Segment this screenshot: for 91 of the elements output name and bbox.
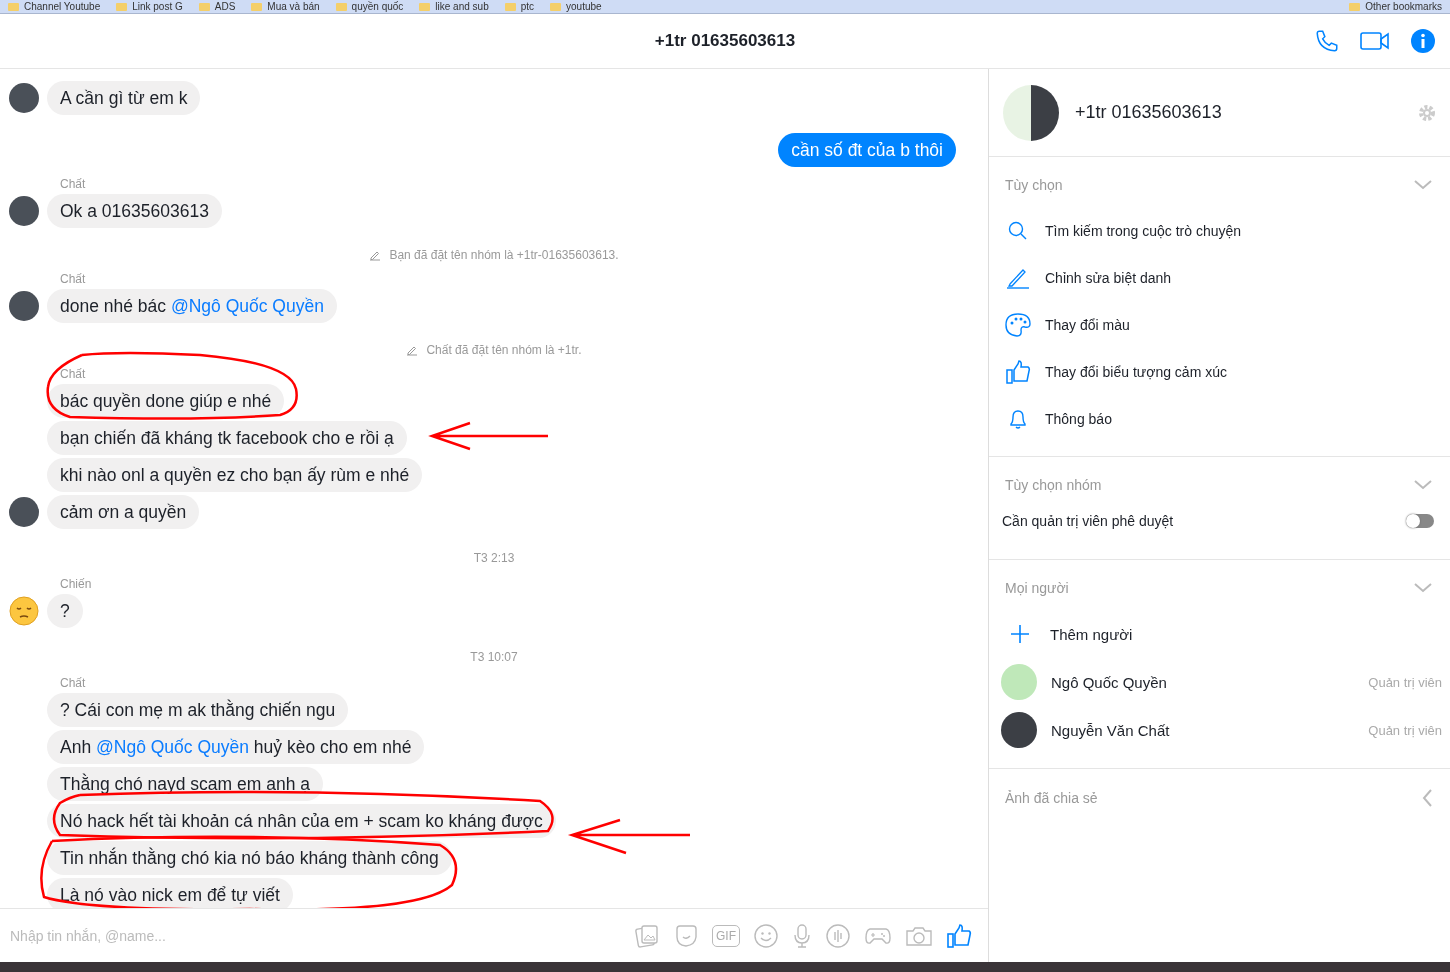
palette-icon bbox=[1005, 312, 1031, 337]
received-message: bác quyền done giúp e nhé bbox=[47, 384, 285, 418]
received-message: done nhé bác @Ngô Quốc Quyền bbox=[47, 289, 337, 323]
member-avatar-placeholder bbox=[1001, 664, 1037, 700]
thumbs-up-icon bbox=[1005, 358, 1031, 385]
microphone-icon[interactable] bbox=[792, 922, 812, 949]
audio-bars-icon[interactable] bbox=[825, 922, 851, 949]
avatar-photo-placeholder bbox=[8, 291, 39, 321]
folder-icon bbox=[198, 2, 210, 11]
emoji-icon[interactable] bbox=[753, 922, 779, 949]
pencil-icon bbox=[369, 249, 382, 261]
bookmark-link[interactable]: Other bookmarks bbox=[1349, 0, 1442, 13]
sender-name: Chất bbox=[60, 177, 87, 191]
received-message: khi nào onl a quyền ez cho bạn ấy rùm e nhé bbox=[47, 458, 423, 492]
bookmark-link[interactable]: ptc bbox=[504, 0, 535, 13]
member-role: Quản trị viên bbox=[1368, 674, 1442, 690]
member-name[interactable]: Ngô Quốc Quyền bbox=[1051, 673, 1355, 691]
group-name: +1tr 01635603613 bbox=[1075, 102, 1223, 123]
bookmark-link[interactable]: ADS bbox=[198, 0, 236, 13]
search-icon bbox=[1008, 220, 1028, 241]
folder-icon bbox=[8, 2, 19, 11]
folder-icon bbox=[550, 2, 562, 11]
folder-icon bbox=[1349, 2, 1361, 11]
add-people-item[interactable]: Thêm người bbox=[989, 610, 1450, 658]
bookmark-link[interactable]: youtube bbox=[550, 0, 602, 13]
received-message: bạn chiến đã kháng tk facebook cho e rồi ạ bbox=[47, 421, 407, 455]
thumbs-up-icon[interactable] bbox=[946, 922, 972, 949]
section-title: Ảnh đã chia sẻ bbox=[1005, 790, 1098, 806]
setting-label: Cần quản trị viên phê duyệt bbox=[1002, 513, 1174, 529]
option-item[interactable]: Thay đổi màu bbox=[989, 301, 1450, 348]
settings-icon[interactable] bbox=[1418, 103, 1436, 122]
bookmark-link[interactable]: like and sub bbox=[419, 0, 489, 13]
bookmark-link[interactable]: quyền quốc bbox=[335, 0, 404, 13]
received-message: ? Cái con mẹ m ak thằng chiến ngu bbox=[47, 693, 349, 727]
sender-name: Chất bbox=[60, 272, 87, 286]
video-camera-icon[interactable] bbox=[1360, 30, 1390, 52]
option-item[interactable]: Thay đổi biểu tượng cảm xúc bbox=[989, 348, 1450, 395]
section-title: Tùy chọn bbox=[1005, 177, 1063, 193]
sad-face-icon bbox=[8, 596, 39, 626]
mention-link[interactable]: @Ngô Quốc Quyền bbox=[170, 296, 324, 316]
pencil-icon bbox=[406, 344, 419, 356]
option-item[interactable]: Thông báo bbox=[989, 395, 1450, 442]
conversation-title: +1tr 01635603613 bbox=[654, 31, 796, 51]
bookmark-link[interactable]: Channel Youtube bbox=[8, 0, 101, 13]
folder-icon bbox=[335, 2, 347, 11]
folder-icon bbox=[419, 2, 431, 11]
chevron-down-icon[interactable] bbox=[1414, 480, 1432, 490]
sender-name: Chất bbox=[60, 676, 87, 690]
sender-name: Chiến bbox=[60, 577, 93, 591]
received-message: A cần gì từ em k bbox=[47, 81, 201, 115]
phone-icon[interactable] bbox=[1314, 28, 1340, 54]
received-message: Thằng chó nayd scam em anh ạ bbox=[47, 767, 323, 801]
received-message: ? bbox=[47, 594, 83, 628]
received-message: cảm ơn a quyền bbox=[47, 495, 200, 529]
sticker-icon[interactable] bbox=[673, 922, 699, 949]
section-title: Tùy chọn nhóm bbox=[1005, 477, 1102, 493]
section-title: Mọi người bbox=[1005, 580, 1069, 596]
option-item[interactable]: Chỉnh sửa biệt danh bbox=[989, 254, 1450, 301]
received-message: Tin nhắn thằng chó kia nó báo kháng thành công bbox=[47, 841, 452, 875]
member-avatar-placeholder bbox=[1001, 712, 1037, 748]
folder-icon bbox=[116, 2, 128, 11]
received-message: Nó hack hết tài khoản cá nhân của em + scam ko kháng được bbox=[47, 804, 556, 838]
system-notice: Bạn đã đặt tên nhóm là +1tr-01635603613. bbox=[389, 248, 619, 262]
sender-name: Chất bbox=[60, 367, 87, 381]
info-icon[interactable] bbox=[1410, 28, 1436, 54]
timestamp: T3 2:13 bbox=[473, 551, 515, 565]
folder-icon bbox=[251, 2, 263, 11]
plus-icon bbox=[1010, 624, 1030, 644]
chevron-down-icon[interactable] bbox=[1414, 583, 1432, 593]
avatar-photo-placeholder bbox=[8, 196, 39, 226]
mention-link[interactable]: @Ngô Quốc Quyền bbox=[96, 737, 249, 757]
toggle-switch[interactable] bbox=[1406, 514, 1434, 528]
timestamp: T3 10:07 bbox=[470, 650, 518, 664]
bell-icon bbox=[1008, 407, 1028, 430]
option-item[interactable]: Tìm kiếm trong cuộc trò chuyện bbox=[989, 207, 1450, 254]
received-message: Anh @Ngô Quốc Quyền huỷ kèo cho em nhé bbox=[47, 730, 425, 764]
message-input-field[interactable]: Nhập tin nhắn, @name... bbox=[8, 926, 634, 945]
member-role: Quản trị viên bbox=[1368, 722, 1442, 738]
avatar-photo-placeholder bbox=[8, 83, 39, 113]
folder-icon bbox=[504, 2, 516, 11]
sent-message: cần số đt của b thôi bbox=[778, 133, 956, 167]
bookmark-link[interactable]: Link post G bbox=[116, 0, 183, 13]
system-notice: Chất đã đặt tên nhóm là +1tr. bbox=[426, 343, 582, 357]
received-message: Là nó vào nick em để tự viết bbox=[47, 878, 293, 908]
received-message: Ok a 01635603613 bbox=[47, 194, 222, 228]
photos-icon[interactable] bbox=[634, 922, 660, 949]
member-name[interactable]: Nguyễn Văn Chất bbox=[1051, 721, 1355, 739]
chevron-left-icon[interactable] bbox=[1422, 789, 1432, 807]
chevron-down-icon[interactable] bbox=[1414, 180, 1432, 190]
bookmark-link[interactable]: Mua và bán bbox=[251, 0, 320, 13]
avatar-photo-placeholder bbox=[8, 497, 39, 527]
